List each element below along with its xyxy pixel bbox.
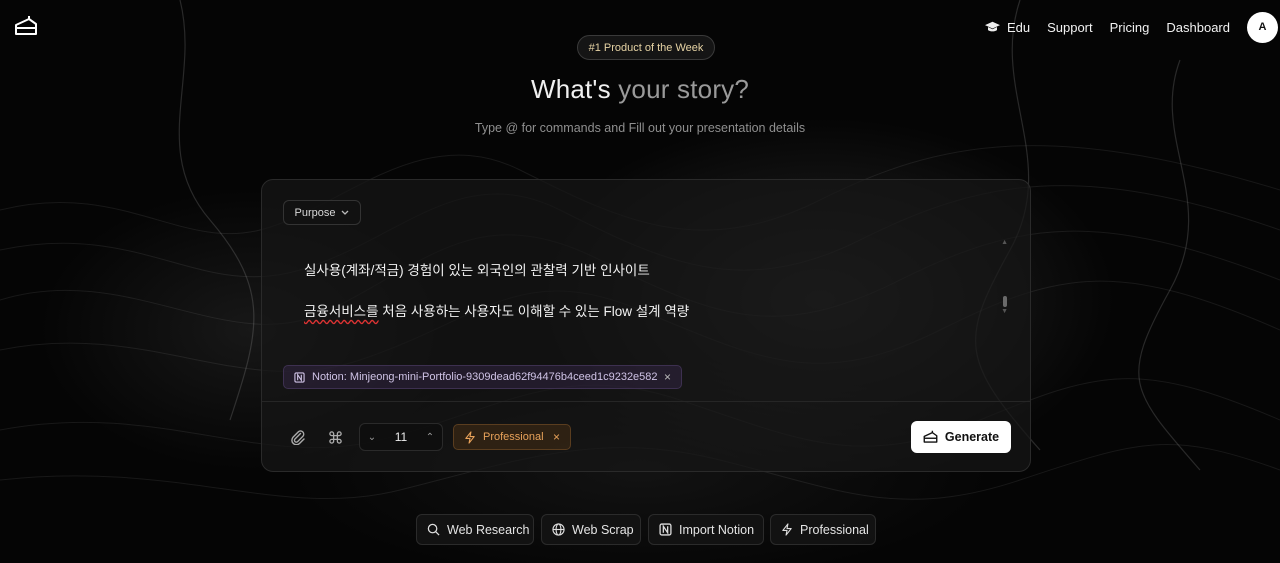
- nav-edu-link[interactable]: Edu: [984, 19, 1031, 35]
- nav-pricing-link[interactable]: Pricing: [1110, 20, 1150, 35]
- cake-logo-icon[interactable]: [14, 14, 38, 38]
- top-nav: Edu Support Pricing Dashboard A: [984, 10, 1280, 44]
- avatar[interactable]: A: [1247, 11, 1278, 43]
- notion-icon: [294, 371, 305, 383]
- chevron-down-icon: [341, 210, 349, 216]
- increment-chevron-up-icon[interactable]: ⌃: [424, 432, 436, 443]
- command-key-icon[interactable]: [326, 428, 344, 446]
- scroll-up-arrow-icon[interactable]: ▲: [1001, 239, 1008, 246]
- paperclip-attach-icon[interactable]: [289, 428, 307, 446]
- decrement-chevron-down-icon[interactable]: ⌄: [366, 432, 378, 443]
- import-notion-label: Import Notion: [679, 522, 755, 537]
- page-subtitle: Type @ for commands and Fill out your pr…: [474, 121, 806, 135]
- web-scrap-label: Web Scrap: [572, 522, 634, 537]
- product-of-week-badge[interactable]: #1 Product of the Week: [577, 35, 715, 60]
- nav-pricing-label: Pricing: [1109, 19, 1150, 35]
- generate-button[interactable]: Generate: [911, 421, 1011, 453]
- web-research-button[interactable]: Web Research: [416, 514, 534, 545]
- import-notion-button[interactable]: Import Notion: [648, 514, 764, 545]
- generate-label: Generate: [944, 430, 1000, 444]
- globe-icon: [552, 523, 565, 536]
- nav-dashboard-link[interactable]: Dashboard: [1166, 20, 1230, 35]
- remove-style-close-icon[interactable]: ×: [553, 430, 560, 444]
- composer-divider: [262, 401, 1030, 402]
- web-research-label: Web Research: [447, 522, 530, 537]
- nav-support-link[interactable]: Support: [1047, 20, 1093, 35]
- title-dim: your story?: [618, 74, 750, 104]
- misspelled-word: 금융서비스를: [304, 304, 379, 319]
- notion-chip-label: Notion: Minjeong-mini-Portfolio-9309dead…: [312, 371, 658, 383]
- lightning-icon: [464, 430, 476, 444]
- scroll-down-arrow-icon[interactable]: ▼: [1001, 308, 1008, 315]
- prompt-composer: Purpose 실사용(계좌/적금) 경험이 있는 외국인의 관찰력 기반 인사…: [261, 179, 1031, 472]
- page-title: What's your story?: [0, 74, 1280, 105]
- professional-style-label: Professional: [800, 522, 869, 537]
- nav-support-label: Support: [1047, 19, 1093, 35]
- prompt-text-line[interactable]: 금융서비스를 처음 사용하는 사용자도 이해할 수 있는 Flow 설계 역량: [304, 300, 689, 320]
- nav-dashboard-label: Dashboard: [1166, 19, 1230, 35]
- graduation-cap-icon: [984, 21, 1000, 33]
- nav-edu-label: Edu: [1006, 19, 1031, 35]
- prompt-text-line[interactable]: 실사용(계좌/적금) 경험이 있는 외국인의 관찰력 기반 인사이트: [304, 259, 650, 279]
- purpose-dropdown[interactable]: Purpose: [283, 200, 361, 225]
- slide-count-value[interactable]: 11: [395, 430, 407, 444]
- scrollbar-thumb[interactable]: [1003, 296, 1007, 307]
- prompt-line-rest: 처음 사용하는 사용자도 이해할 수 있는 Flow 설계 역량: [378, 304, 690, 319]
- cake-icon: [923, 430, 938, 444]
- purpose-label: Purpose: [294, 206, 336, 219]
- professional-style-button[interactable]: Professional: [770, 514, 876, 545]
- title-main: What's: [530, 74, 619, 104]
- remove-notion-close-icon[interactable]: ×: [664, 370, 671, 384]
- lightning-icon: [781, 523, 793, 536]
- style-chip-label: Professional: [483, 431, 544, 443]
- notion-icon: [659, 523, 672, 536]
- notion-attachment-chip[interactable]: Notion: Minjeong-mini-Portfolio-9309dead…: [283, 365, 682, 389]
- web-scrap-button[interactable]: Web Scrap: [541, 514, 641, 545]
- style-professional-chip[interactable]: Professional ×: [453, 424, 571, 450]
- slide-count-stepper: ⌄ 11 ⌃: [359, 423, 443, 451]
- search-icon: [427, 523, 440, 536]
